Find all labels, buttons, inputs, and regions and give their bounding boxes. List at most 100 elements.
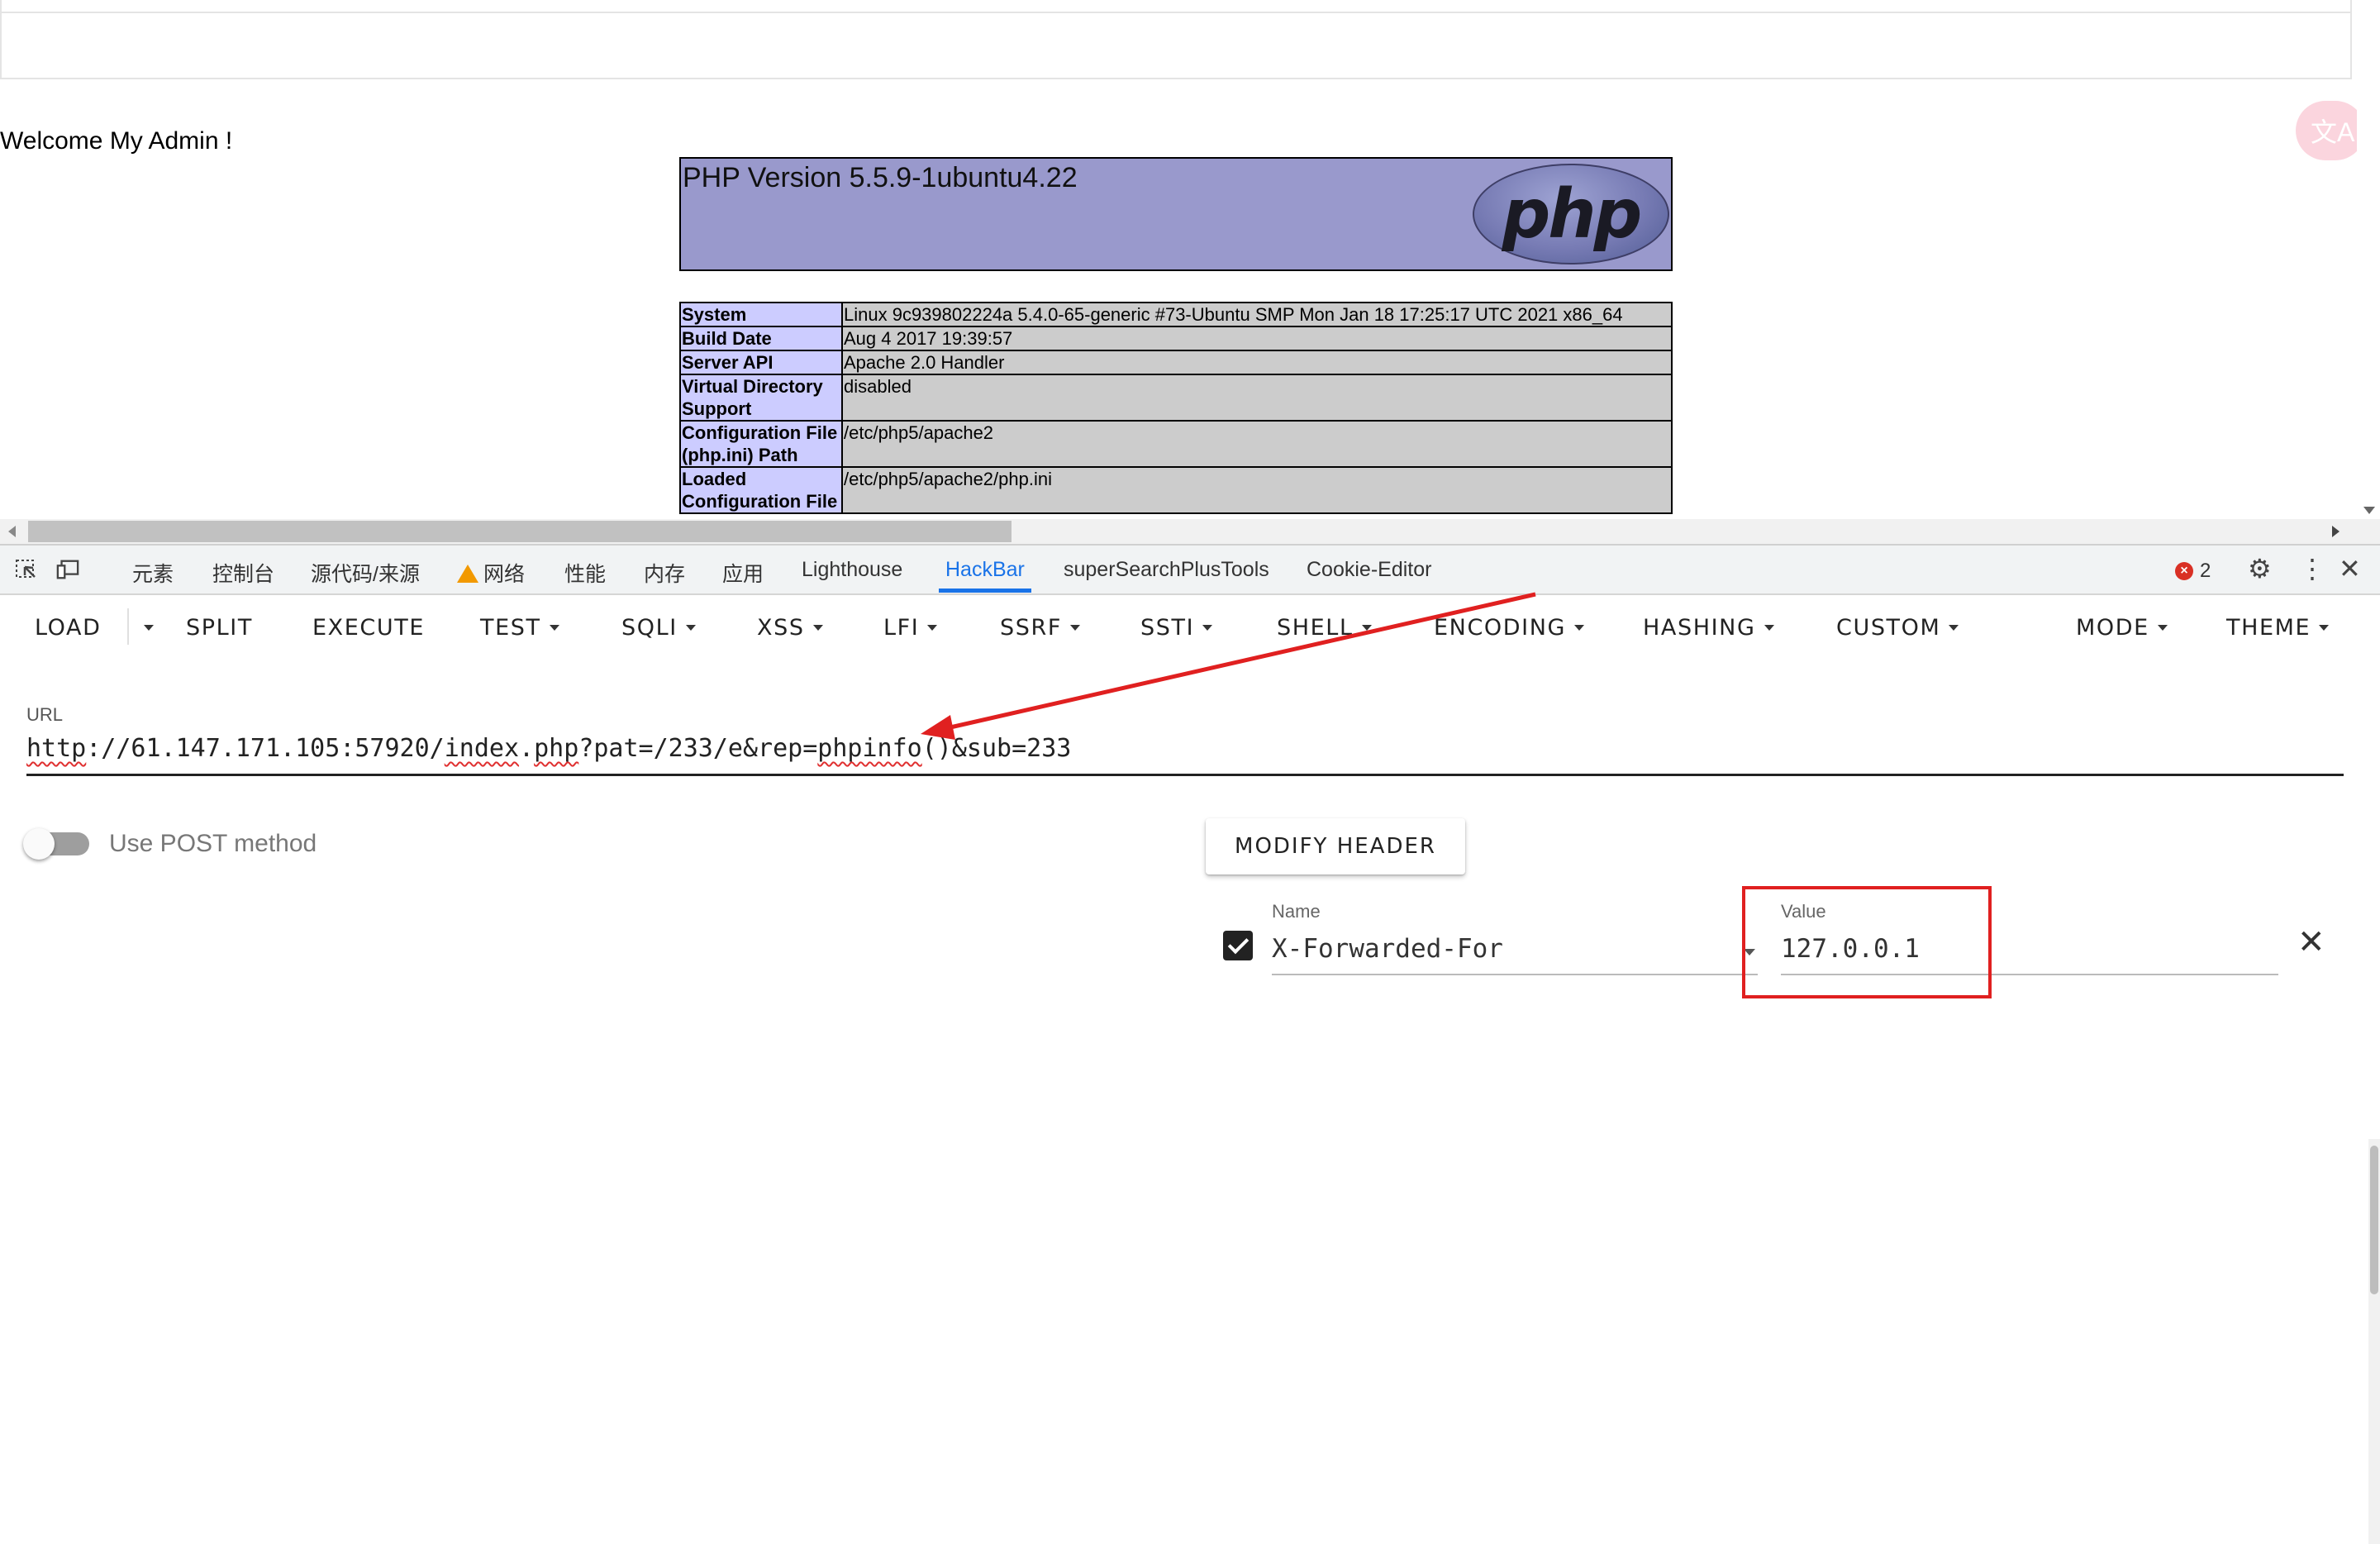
scroll-down-icon[interactable]: [2363, 507, 2375, 514]
error-count: 2: [2200, 560, 2211, 582]
execute-button[interactable]: EXECUTE: [312, 615, 425, 641]
split-button[interactable]: SPLIT: [186, 615, 253, 641]
caret-down-icon: [1361, 625, 1372, 631]
caret-down-icon: [812, 625, 823, 631]
post-toggle[interactable]: [23, 828, 55, 860]
error-badge[interactable]: × 2: [2175, 560, 2211, 583]
hashing-menu[interactable]: HASHING: [1643, 615, 1774, 641]
encoding-menu-label: ENCODING: [1434, 615, 1567, 641]
inspect-icon[interactable]: [15, 559, 38, 580]
settings-icon[interactable]: ⚙: [2248, 555, 2272, 582]
test-menu[interactable]: TEST: [480, 615, 559, 641]
phpinfo-row: Loaded Configuration File/etc/php5/apach…: [679, 466, 1673, 514]
url-scheme: http: [26, 734, 87, 763]
tab-memory[interactable]: 内存: [644, 558, 685, 588]
lfi-menu[interactable]: LFI: [883, 615, 938, 641]
welcome-text: Welcome My Admin !: [0, 127, 233, 155]
close-icon[interactable]: ✕: [2339, 555, 2361, 582]
php-logo: php: [1473, 164, 1669, 264]
url-input[interactable]: http://61.147.171.105:57920/index.php?pa…: [26, 734, 1071, 763]
translate-button[interactable]: 文A: [2296, 101, 2365, 160]
custom-menu[interactable]: CUSTOM: [1836, 615, 1959, 641]
custom-menu-label: CUSTOM: [1836, 615, 1941, 641]
tab-sources[interactable]: 源代码/来源: [311, 558, 420, 588]
phpinfo-key: Build Date: [679, 326, 843, 351]
url-query-func: phpinfo: [817, 734, 922, 763]
active-tab-indicator: [939, 589, 1031, 593]
mode-menu-label: MODE: [2076, 615, 2149, 641]
devtools-scrollbar-thumb[interactable]: [2370, 1146, 2378, 1294]
hashing-menu-label: HASHING: [1643, 615, 1756, 641]
tab-hackbar[interactable]: HackBar: [945, 558, 1025, 582]
phpinfo-row: Configuration File (php.ini) Path/etc/ph…: [679, 420, 1673, 468]
phpinfo-row: Virtual Directory Support disabled: [679, 374, 1673, 422]
page-horizontal-scrollbar[interactable]: [0, 519, 2380, 544]
caret-down-icon: [1574, 625, 1585, 631]
phpinfo-value: /etc/php5/apache2/php.ini: [841, 466, 1673, 514]
tab-elements[interactable]: 元素: [132, 558, 174, 588]
caret-down-icon: [2319, 625, 2330, 631]
test-menu-label: TEST: [480, 615, 541, 641]
theme-menu[interactable]: THEME: [2226, 615, 2330, 641]
phpinfo-value: /etc/php5/apache2: [841, 420, 1673, 468]
load-dropdown-button[interactable]: [136, 615, 154, 641]
header-name-input[interactable]: X-Forwarded-For: [1272, 934, 1503, 964]
device-icon[interactable]: [56, 559, 79, 580]
caret-down-icon: [685, 625, 696, 631]
caret-down-icon: [1949, 625, 1959, 631]
modify-header-button[interactable]: MODIFY HEADER: [1206, 818, 1465, 874]
post-method-label: Use POST method: [109, 830, 317, 857]
header-name-label: Name: [1272, 901, 1321, 922]
ssrf-menu-label: SSRF: [1000, 615, 1062, 641]
tab-application[interactable]: 应用: [722, 558, 764, 588]
php-version-header: PHP Version 5.5.9-1ubuntu4.22 php: [679, 157, 1673, 271]
devtools-scrollbar[interactable]: [2368, 1139, 2380, 1544]
phpinfo-value: Apache 2.0 Handler: [841, 350, 1673, 375]
shell-menu[interactable]: SHELL: [1277, 615, 1372, 641]
encoding-menu[interactable]: ENCODING: [1434, 615, 1585, 641]
phpinfo-value: Linux 9c939802224a 5.4.0-65-generic #73-…: [841, 302, 1673, 327]
header-enabled-checkbox[interactable]: [1223, 931, 1253, 960]
tab-supersearchplustools[interactable]: superSearchPlusTools: [1064, 558, 1269, 582]
tab-network[interactable]: 网络: [457, 558, 525, 588]
devtools-panel: 元素 控制台 源代码/来源 网络 性能 内存 应用 Lighthouse Hac…: [0, 544, 2380, 1544]
warning-icon: [457, 565, 478, 583]
caret-down-icon: [1764, 625, 1774, 631]
url-host: ://61.147.171.105:57920/: [86, 734, 445, 763]
scroll-right-icon[interactable]: [2332, 526, 2340, 537]
theme-menu-label: THEME: [2226, 615, 2311, 641]
mode-menu[interactable]: MODE: [2076, 615, 2168, 641]
caret-down-icon: [1202, 625, 1213, 631]
top-frame-box: [0, 12, 2352, 79]
tab-console[interactable]: 控制台: [212, 558, 274, 588]
scrollbar-thumb[interactable]: [28, 521, 1011, 542]
phpinfo-row: Build Date Aug 4 2017 19:39:57: [679, 326, 1673, 351]
url-underline: [26, 774, 2344, 776]
sqli-menu[interactable]: SQLI: [621, 615, 696, 641]
scroll-left-icon[interactable]: [8, 526, 16, 537]
tab-performance[interactable]: 性能: [564, 558, 606, 588]
url-label: URL: [26, 704, 64, 725]
page-vertical-scrollbar[interactable]: [2357, 0, 2380, 526]
caret-down-icon: [927, 625, 938, 631]
menu-divider: [127, 608, 129, 645]
lfi-menu-label: LFI: [883, 615, 920, 641]
tab-lighthouse[interactable]: Lighthouse: [802, 558, 902, 582]
php-version-title: PHP Version 5.5.9-1ubuntu4.22: [683, 162, 1078, 193]
phpinfo-value: disabled: [841, 374, 1673, 422]
phpinfo-key: Virtual Directory Support: [679, 374, 843, 422]
phpinfo-key: Configuration File (php.ini) Path: [679, 420, 843, 468]
remove-header-icon[interactable]: ✕: [2297, 926, 2325, 959]
tab-cookie-editor[interactable]: Cookie-Editor: [1307, 558, 1431, 582]
load-button[interactable]: LOAD: [35, 615, 102, 641]
translate-icon: 文A: [2311, 117, 2355, 147]
ssrf-menu[interactable]: SSRF: [1000, 615, 1080, 641]
xss-menu-label: XSS: [757, 615, 805, 641]
phpinfo-row: System Linux 9c939802224a 5.4.0-65-generi…: [679, 302, 1673, 327]
shell-menu-label: SHELL: [1277, 615, 1354, 641]
ssti-menu[interactable]: SSTI: [1140, 615, 1213, 641]
caret-down-icon: [1069, 625, 1080, 631]
phpinfo-row: Server API Apache 2.0 Handler: [679, 350, 1673, 375]
more-icon[interactable]: ⋮: [2299, 555, 2325, 582]
xss-menu[interactable]: XSS: [757, 615, 823, 641]
